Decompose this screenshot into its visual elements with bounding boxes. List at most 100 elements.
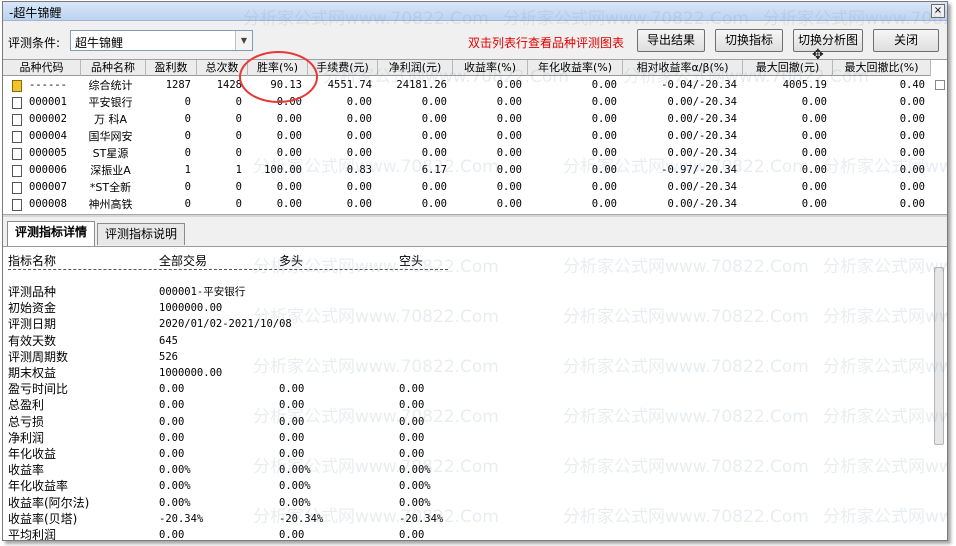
detail-label: 评测品种: [8, 285, 57, 299]
table-cell: 0.00: [276, 130, 302, 142]
table-row[interactable]: 000005 ST星源 0 0 0.00 0.00 0.00 0.00 0.00 0.00/-20…: [3, 145, 931, 162]
table-header: 品种代码 品种名称 盈利数 总次数 胜率(%) 手续费(元) 净利润(元) 收益率(%) 年化收…: [3, 60, 931, 76]
table-cell: 0.00: [496, 113, 522, 125]
table-cell: -0.04/-20.34: [661, 79, 737, 91]
table-cell: 0: [235, 130, 242, 142]
tab-indicator-details[interactable]: 评测指标详情: [7, 221, 95, 246]
table-cell: 24181.26: [396, 79, 447, 91]
table-row[interactable]: ------ 综合统计 1287 1428 90.13 4551.74 24181.26 0.…: [3, 77, 931, 94]
table-cell: *ST全新: [89, 181, 132, 194]
table-cell: 0.83: [346, 164, 372, 176]
column-header[interactable]: 最大回撤比(%): [833, 60, 931, 76]
column-header[interactable]: 净利润(元): [378, 60, 453, 76]
detail-value: -20.34%: [399, 512, 444, 525]
table-cell: 0.00: [899, 164, 925, 176]
table-cell: 0.40: [899, 79, 925, 91]
column-header[interactable]: 手续费(元): [308, 60, 378, 76]
detail-header-long: 多头: [279, 254, 304, 268]
condition-label: 评测条件:: [8, 36, 61, 50]
detail-value: 1000000.00: [159, 367, 223, 379]
table-cell: 0.00: [899, 113, 925, 125]
table-cell: 000008: [29, 198, 67, 210]
detail-value: 526: [159, 350, 178, 363]
table-row[interactable]: 000006 深振业A 1 1 100.00 0.83 6.17 0.00 0.00 -0.97/…: [3, 162, 931, 179]
tab-indicator-description[interactable]: 评测指标说明: [97, 223, 185, 245]
table-cell: 万 科A: [93, 113, 128, 126]
table-cell: 0.00: [591, 79, 617, 91]
detail-value: 0.00: [159, 415, 185, 428]
table-row[interactable]: 000008 神州高铁 0 0 0.00 0.00 0.00 0.00 0.00 0.00/-20…: [3, 196, 931, 213]
table-row[interactable]: 000002 万 科A 0 0 0.00 0.00 0.00 0.00 0.00 0.00/-20…: [3, 111, 931, 128]
detail-value: 0.00%: [279, 496, 311, 509]
detail-label: 评测周期数: [8, 349, 69, 364]
detail-label: 期末权益: [8, 366, 57, 380]
detail-row: 盈亏时间比 0.00 0.00 0.00: [3, 381, 923, 397]
detail-value: 0.00: [159, 383, 185, 396]
detail-value: 0.00: [279, 383, 305, 396]
table-cell: 100.00: [264, 164, 302, 176]
table-cell: 0.00: [591, 164, 617, 176]
table-cell: 神州高铁: [88, 198, 133, 211]
column-picker-box[interactable]: [935, 80, 945, 90]
detail-row: 收益率(贝塔) -20.34% -20.34% -20.34%: [3, 511, 923, 527]
table-cell: ST星源: [92, 147, 129, 160]
switch-indicator-button[interactable]: 切换指标: [715, 29, 783, 52]
detail-row: 收益率 0.00% 0.00% 0.00%: [3, 462, 923, 478]
detail-value: 0.00: [399, 399, 425, 412]
detail-value: 0.00%: [159, 464, 191, 477]
table-cell: 0: [235, 113, 242, 125]
table-cell: 0.00: [591, 198, 617, 210]
window-title: -超牛锦鲤: [9, 6, 62, 20]
column-header[interactable]: 盈利数: [146, 60, 197, 76]
detail-value: 0.00: [399, 415, 425, 428]
table-cell: ------: [29, 79, 67, 91]
column-header[interactable]: 品种名称: [81, 60, 146, 76]
table-cell: 0: [184, 147, 191, 159]
export-button[interactable]: 导出结果: [637, 29, 705, 52]
table-cell: 0: [184, 198, 191, 210]
table-cell: 0.00: [346, 113, 372, 125]
detail-label: 总亏损: [8, 414, 45, 429]
close-icon[interactable]: ×: [931, 4, 945, 18]
table-row[interactable]: 000001 平安银行 0 0 0.00 0.00 0.00 0.00 0.00 0.00/-20…: [3, 94, 931, 111]
table-cell: 0.00: [801, 96, 827, 108]
detail-value: 0.00%: [399, 496, 431, 509]
column-header[interactable]: 最大回撤(元): [743, 60, 833, 76]
table-cell: 0.00: [346, 130, 372, 142]
table-cell: 0.00: [276, 113, 302, 125]
table-cell: 000007: [29, 181, 67, 193]
table-cell: 0.00: [591, 130, 617, 142]
detail-value: 1000000.00: [159, 302, 223, 315]
table-cell: 0.00: [801, 147, 827, 159]
detail-row: 总亏损 0.00 0.00 0.00: [3, 414, 923, 430]
detail-panel: 指标名称 全部交易 多头 空头 评测品种 000001-平安银行 初始资金 10000…: [3, 246, 947, 541]
detail-scrollbar[interactable]: [934, 267, 944, 445]
column-header[interactable]: 年化收益率(%): [528, 60, 623, 76]
detail-value: 0.00: [159, 529, 185, 541]
column-header[interactable]: 收益率(%): [453, 60, 528, 76]
table-cell: 0.00: [496, 96, 522, 108]
detail-header-all: 全部交易: [159, 254, 208, 268]
detail-row: 收益率(阿尔法) 0.00% 0.00% 0.00%: [3, 495, 923, 511]
table-cell: 0.00/-20.34: [667, 113, 737, 125]
document-icon: [12, 114, 22, 126]
condition-select[interactable]: 超牛锦鲤 ▼: [70, 30, 253, 51]
column-header[interactable]: 相对收益率α/β(%): [623, 60, 743, 76]
detail-value: 2020/01/02-2021/10/08: [159, 318, 292, 331]
chevron-down-icon[interactable]: ▼: [235, 31, 252, 50]
column-header[interactable]: 品种代码: [3, 60, 81, 76]
detail-value: 0.00: [159, 448, 185, 460]
close-button[interactable]: 关闭: [873, 29, 939, 52]
detail-value: 0.00: [279, 448, 305, 460]
table-row[interactable]: 000007 *ST全新 0 0 0.00 0.00 0.00 0.00 0.00 0.00/-2…: [3, 179, 931, 196]
results-table[interactable]: 品种代码 品种名称 盈利数 总次数 胜率(%) 手续费(元) 净利润(元) 收益率(%) 年化收…: [3, 59, 947, 214]
table-row[interactable]: 000004 国华网安 0 0 0.00 0.00 0.00 0.00 0.00 0.00/-20…: [3, 128, 931, 145]
detail-header-short: 空头: [399, 254, 424, 268]
table-cell: 国华网安: [88, 130, 133, 143]
detail-value: 0.00: [279, 431, 305, 444]
detail-value: 0.00: [399, 448, 425, 460]
table-cell: 0.00: [496, 79, 522, 91]
table-cell: 0: [235, 147, 242, 159]
detail-row: 净利润 0.00 0.00 0.00: [3, 430, 923, 446]
switch-chart-button[interactable]: 切换分析图: [793, 29, 863, 52]
